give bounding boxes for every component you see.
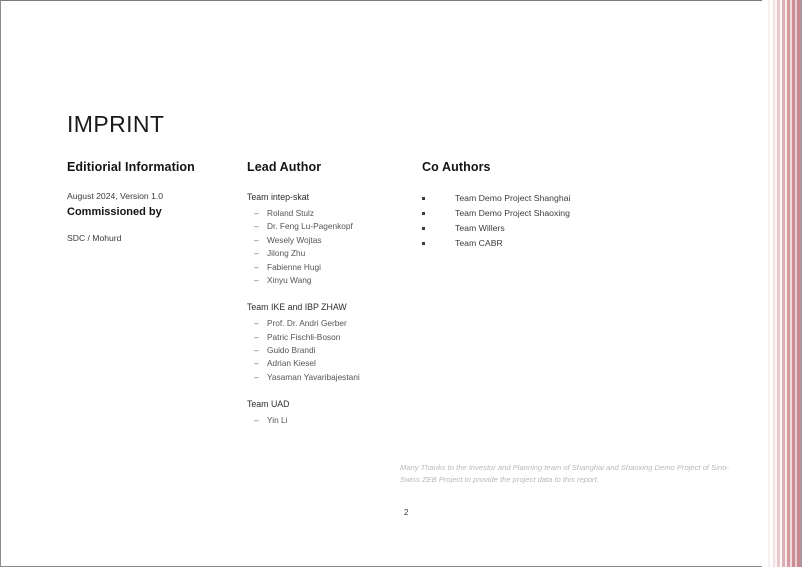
dash-bullet-icon: – [254,331,259,342]
list-item: – Xinyu Wang [247,274,417,287]
imprint-columns: Editiorial Information August 2024, Vers… [0,160,760,460]
team-member-list: – Yin Li [247,414,417,427]
version-line: August 2024, Version 1.0 [67,191,164,201]
team-member-list: – Prof. Dr. Andri Gerber – Patric Fischli-B… [247,317,417,384]
co-authors-list: Team Demo Project Shanghai Team Demo Proj… [422,191,672,251]
list-item: – Yasaman Yavaribajestani [247,371,417,384]
team-member-name: Guido Brandi [267,345,316,355]
team-name: Team IKE and IBP ZHAW [247,302,347,313]
dash-bullet-icon: – [254,248,259,259]
page-title: IMPRINT [67,111,165,138]
dash-bullet-icon: – [254,261,259,272]
editorial-information-heading: Editiorial Information [67,160,195,174]
co-authors-heading: Co Authors [422,160,491,174]
dash-bullet-icon: – [254,221,259,232]
team-member-name: Yin Li [267,415,288,426]
square-bullet-icon [422,226,425,230]
list-item: Team Demo Project Shanghai [422,191,672,206]
co-author-name: Team Demo Project Shanghai [455,193,571,203]
list-item: – Roland Stulz [247,207,417,220]
co-author-name: Team Demo Project Shaoxing [455,207,570,218]
list-item: Team Willers [422,221,672,236]
list-item: – Dr. Feng Lu-Pagenkopf [247,220,417,233]
lead-author-column: Lead Author Team intep-skat – Roland Stulz… [247,160,417,428]
list-item: – Guido Brandi [247,344,417,357]
lead-author-team-list: Team intep-skat – Roland Stulz – Dr. Feng Lu… [247,191,417,428]
dash-bullet-icon: – [254,234,259,245]
list-item: – Prof. Dr. Andri Gerber [247,317,417,330]
list-item: – Yin Li [247,414,417,427]
list-item: Team CABR [422,236,672,251]
team-block: Team intep-skat – Roland Stulz – Dr. Feng Lu… [247,191,417,287]
co-author-name: Team Willers [455,222,505,233]
dash-bullet-icon: – [254,415,259,426]
team-member-name: Jilong Zhu [267,248,306,259]
list-item: – Jilong Zhu [247,247,417,260]
page-number: 2 [404,508,409,517]
team-member-name: Yasaman Yavaribajestani [267,371,360,382]
document-page: IMPRINT Editiorial Information August 20… [0,0,802,567]
square-bullet-icon [422,241,425,245]
team-member-name: Xinyu Wang [267,274,312,285]
list-item: – Wesely Wojtas [247,234,417,247]
team-member-name: Adrian Kiesel [267,358,316,369]
list-item: Team Demo Project Shaoxing [422,206,672,221]
co-authors-column: Co Authors Team Demo Project Shanghai Tea… [422,160,672,251]
dash-bullet-icon: – [254,358,259,369]
editorial-information-column: Editiorial Information August 2024, Vers… [67,160,242,245]
team-name: Team UAD [247,399,290,410]
team-member-list: – Roland Stulz – Dr. Feng Lu-Pagenkopf – Wese… [247,207,417,288]
dash-bullet-icon: – [254,318,259,329]
page-border-top [0,0,802,1]
team-block: Team UAD – Yin Li [247,398,417,427]
team-name: Team intep-skat [247,192,310,202]
list-item: – Adrian Kiesel [247,357,417,370]
co-author-name: Team CABR [455,237,503,248]
team-member-name: Prof. Dr. Andri Gerber [267,318,347,329]
acknowledgement-note: Many Thanks to the Investor and Planning… [400,463,729,484]
team-member-name: Dr. Feng Lu-Pagenkopf [267,221,353,232]
commissioned-by-heading: Commissioned by [67,205,162,218]
commissioned-by-value: SDC / Mohurd [67,233,122,244]
team-member-name: Patric Fischli-Boson [267,331,341,342]
team-member-name: Roland Stulz [267,207,315,218]
lead-author-heading: Lead Author [247,160,322,174]
team-member-name: Wesely Wojtas [267,234,322,245]
square-bullet-icon [422,211,425,215]
list-item: – Patric Fischli-Boson [247,331,417,344]
list-item: – Fabienne Hugi [247,261,417,274]
dash-bullet-icon: – [254,274,259,285]
team-block: Team IKE and IBP ZHAW – Prof. Dr. Andri Ge… [247,301,417,384]
team-member-name: Fabienne Hugi [267,261,321,272]
square-bullet-icon [422,197,425,200]
dash-bullet-icon: – [254,207,259,218]
dash-bullet-icon: – [254,371,259,382]
decorative-stripe-band [762,0,802,567]
dash-bullet-icon: – [254,345,259,355]
